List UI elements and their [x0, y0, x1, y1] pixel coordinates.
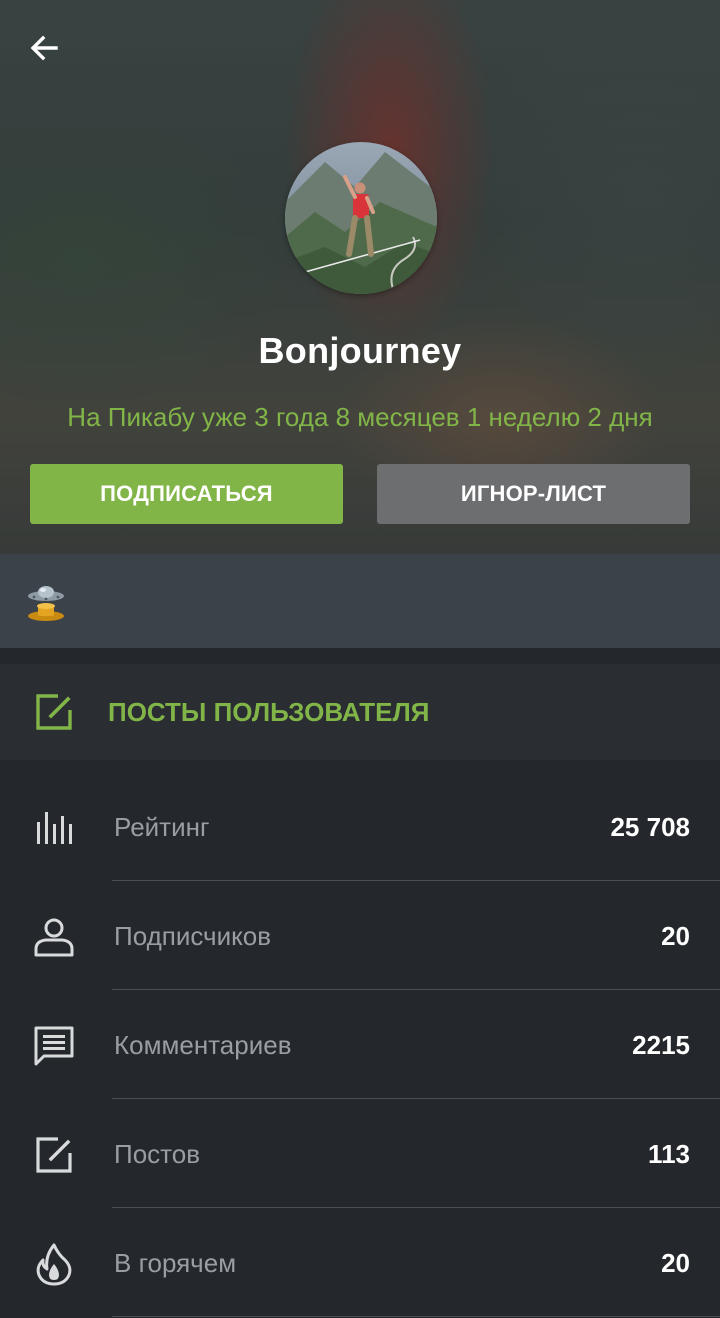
stat-posts: Постов 113: [0, 1099, 720, 1208]
ignore-list-button[interactable]: ИГНОР-ЛИСТ: [377, 464, 690, 524]
stat-label: Рейтинг: [114, 812, 210, 842]
profile-header: Bonjourney На Пикабу уже 3 года 8 месяце…: [0, 0, 720, 554]
ufo-award-icon[interactable]: [24, 582, 68, 622]
edit-icon: [36, 1137, 72, 1173]
awards-strip: [0, 554, 720, 648]
comment-icon: [34, 1026, 74, 1066]
stat-subscribers: Подписчиков 20: [0, 881, 720, 990]
stat-label: Комментариев: [114, 1030, 292, 1060]
user-posts-link[interactable]: ПОСТЫ ПОЛЬЗОВАТЕЛЯ: [0, 664, 720, 760]
stat-value: 20: [661, 921, 690, 951]
rating-bars-icon: [37, 812, 72, 844]
stat-value: 113: [648, 1139, 690, 1169]
tenure-text: На Пикабу уже 3 года 8 месяцев 1 неделю …: [67, 402, 653, 432]
flame-icon: [36, 1243, 72, 1286]
stat-label: В горячем: [114, 1248, 237, 1278]
stat-rating: Рейтинг 25 708: [0, 772, 720, 881]
edit-icon: [36, 694, 72, 730]
avatar: [285, 142, 437, 294]
person-icon: [34, 918, 74, 957]
user-posts-label: ПОСТЫ ПОЛЬЗОВАТЕЛЯ: [108, 697, 430, 727]
stat-value: 25 708: [610, 812, 690, 842]
divider: [112, 1316, 720, 1317]
username: Bonjourney: [258, 330, 462, 371]
stat-label: Постов: [114, 1139, 201, 1169]
subscribe-button[interactable]: ПОДПИСАТЬСЯ: [30, 464, 343, 524]
arrow-left-icon: [30, 35, 58, 61]
stat-value: 2215: [632, 1030, 690, 1060]
stat-label: Подписчиков: [114, 921, 272, 951]
stat-comments: Комментариев 2215: [0, 990, 720, 1099]
back-button[interactable]: [24, 24, 88, 72]
stat-value: 20: [661, 1248, 690, 1278]
stats-list: Рейтинг 25 708 Подписчиков 20 Комментари…: [0, 772, 720, 1317]
stat-hot: В горячем 20: [0, 1208, 720, 1317]
